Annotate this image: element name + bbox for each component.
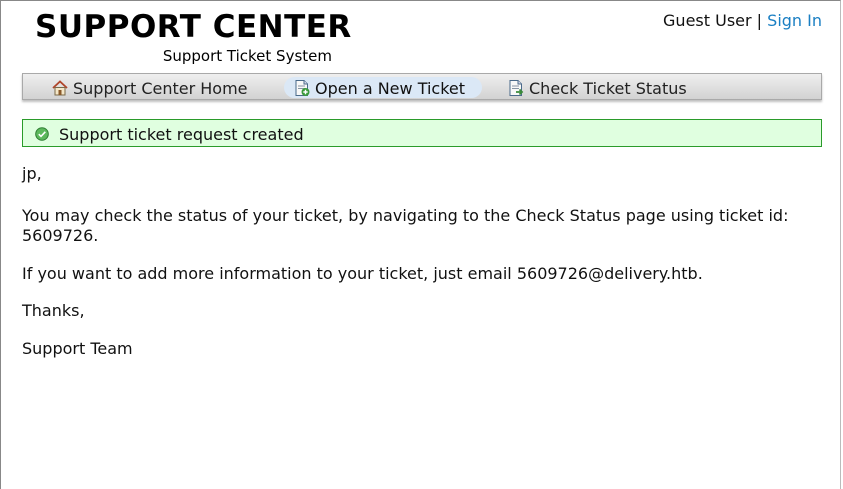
logo-subtitle: Support Ticket System bbox=[162, 47, 332, 65]
signature-text: Support Team bbox=[22, 339, 133, 358]
nav-item-home[interactable]: Support Center Home bbox=[51, 78, 261, 98]
new-ticket-icon bbox=[293, 79, 311, 97]
logo-title: SUPPORT CENTER bbox=[35, 9, 352, 45]
check-circle-icon bbox=[35, 126, 49, 141]
nav-item-label: Support Center Home bbox=[73, 79, 248, 98]
nav-item-label: Open a New Ticket bbox=[315, 79, 466, 98]
greeting-text: jp, bbox=[22, 164, 42, 183]
guest-user-label: Guest User bbox=[663, 11, 752, 30]
nav-item-label: Check Ticket Status bbox=[529, 79, 687, 98]
email-instructions: If you want to add more information to y… bbox=[22, 264, 703, 283]
user-info: Guest User | Sign In bbox=[663, 11, 822, 31]
thanks-text: Thanks, bbox=[22, 301, 85, 320]
nav-item-check-status[interactable]: Check Ticket Status bbox=[507, 78, 707, 98]
home-icon bbox=[51, 79, 69, 97]
notice-message: Support ticket request created bbox=[59, 125, 304, 144]
ticket-status-icon bbox=[507, 79, 525, 97]
main-nav: Support Center Home Open a New Ticket Ch… bbox=[22, 73, 822, 100]
success-notice: Support ticket request created bbox=[22, 119, 822, 147]
user-separator: | bbox=[756, 11, 763, 30]
status-instructions: You may check the status of your ticket,… bbox=[22, 206, 789, 245]
site-logo[interactable]: SUPPORT CENTER Support Ticket System bbox=[35, 8, 351, 65]
nav-item-new-ticket[interactable]: Open a New Ticket bbox=[284, 77, 482, 98]
sign-in-link[interactable]: Sign In bbox=[767, 11, 822, 30]
